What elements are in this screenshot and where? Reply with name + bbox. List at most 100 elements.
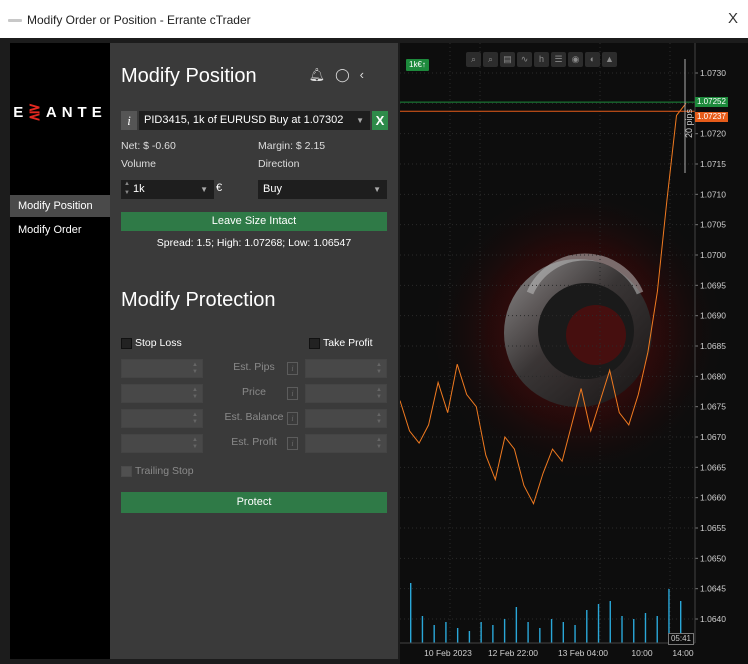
volume-bar [562,622,565,643]
zoom-out-icon[interactable]: ⌕ [483,52,498,67]
take-profit-checkbox[interactable] [309,338,320,349]
volume-bar [609,601,611,643]
object-icon[interactable]: ◉ [568,52,583,67]
y-tick-label: 1.0720 [700,129,726,139]
y-tick-label: 1.0640 [700,614,726,624]
volume-bar [633,619,635,643]
volume-bar [456,628,459,643]
y-tick-label: 1.0675 [700,402,726,412]
stop-loss-pips-input[interactable]: ▲ ▼ [121,359,203,378]
spread-info: Spread: 1.5; High: 1.07268; Low: 1.06547 [156,237,352,249]
shield-icon[interactable]: ◯ [335,67,350,83]
volume-bar [515,607,518,643]
volume-bar [574,625,576,643]
x-tick-label: 12 Feb 22:00 [488,648,538,658]
chevron-left-icon[interactable]: ‹ [360,67,364,83]
title-bar: Modify Order or Position - Errante cTrad… [0,0,748,38]
y-tick-label: 1.0715 [700,159,726,169]
volume-input[interactable]: ▲ ▼ 1k ▼ [121,180,214,199]
take-profit-profit-input[interactable]: ▲ ▼ [305,434,387,453]
take-profit-label: Take Profit [323,337,373,349]
volume-bar [445,622,447,643]
chevron-down-icon: ▼ [356,116,364,125]
leave-size-intact-button[interactable]: Leave Size Intact [121,212,387,231]
lock-icon[interactable]: ▲ [602,52,617,67]
volume-bar [527,622,529,643]
volume-bar [421,616,424,643]
chart-type-icon[interactable]: ▤ [500,52,515,67]
header-icons: 🔔︎ ◯ ‹ [309,67,364,83]
direction-select[interactable]: Buy ▼ [258,180,387,199]
info-icon: i [287,412,298,425]
close-position-button[interactable]: X [372,111,388,130]
trailing-stop-label: Trailing Stop [135,465,194,477]
zoom-in-icon[interactable]: ⌕ [466,52,481,67]
position-select[interactable]: PID3415, 1k of EURUSD Buy at 1.07302 ▼ [139,111,370,130]
position-info-button[interactable]: i [121,111,137,130]
indicator-icon[interactable]: ∿ [517,52,532,67]
settings-list-icon[interactable]: ☰ [551,52,566,67]
y-tick-label: 1.0670 [700,432,726,442]
x-tick-label: 14:00 [672,648,694,658]
info-icon: i [287,387,298,400]
price-chart[interactable]: 1.07301.07251.07201.07151.07101.07051.07… [400,43,748,664]
errante-logo: E⋛ANTE [13,104,107,121]
current-price-tag: 1.07252 [695,97,728,108]
timeframe-icon[interactable]: h [534,52,549,67]
volume-bar [539,628,541,643]
x-tick-label: 10:00 [631,648,653,658]
volume-bar [597,604,600,643]
y-tick-label: 1.0650 [700,553,726,563]
trailing-stop-checkbox[interactable] [121,466,132,477]
y-tick-label: 1.0700 [700,250,726,260]
sidebar-item-modify-position[interactable]: Modify Position [10,195,110,217]
take-profit-pips-input[interactable]: ▲ ▼ [305,359,387,378]
volume-bar [621,616,623,643]
y-tick-label: 1.0685 [700,341,726,351]
y-tick-label: 1.0645 [700,584,726,594]
drawing-icon[interactable]: ◐ [585,52,600,67]
stop-loss-price-input[interactable]: ▲ ▼ [121,384,203,403]
y-tick-label: 1.0680 [700,371,726,381]
sidebar: E⋛ANTE Modify Position Modify Order [10,43,110,659]
arrow-up-icon: ↑ [421,60,426,69]
take-profit-balance-input[interactable]: ▲ ▼ [305,409,387,428]
margin-value: Margin: $ 2.15 [258,140,326,152]
volume-bar [433,625,435,643]
dialog-body: E⋛ANTE Modify Position Modify Order Modi… [0,38,748,664]
currency-label: € [216,182,223,194]
y-tick-label: 1.0655 [700,523,726,533]
info-icon: i [287,437,298,450]
time-axis-labels: 10 Feb 2023 12 Feb 22:00 13 Feb 04:00 10:00… [424,648,694,658]
position-badge[interactable]: 1k€↑ [406,59,429,71]
chart-toolbar: ⌕ ⌕ ▤ ∿ h ☰ ◉ ◐ ▲ [466,52,617,67]
volume-bar [656,616,658,643]
take-profit-price-input[interactable]: ▲ ▼ [305,384,387,403]
sidebar-item-modify-order[interactable]: Modify Order [10,219,110,241]
y-tick-label: 1.0730 [700,68,726,78]
modify-position-title: Modify Position [121,65,257,87]
y-tick-label: 1.0690 [700,311,726,321]
chart-canvas: 1.07301.07251.07201.07151.07101.07051.07… [400,43,728,658]
stop-loss-profit-input[interactable]: ▲ ▼ [121,434,203,453]
cursor-time-tag: 05:41 [668,633,694,645]
volume-bar [492,625,494,643]
app-icon [8,19,22,22]
alert-bell-icon[interactable]: 🔔︎ [309,67,326,83]
y-tick-label: 1.0705 [700,220,726,230]
protect-button[interactable]: Protect [121,492,387,513]
stop-loss-checkbox[interactable] [121,338,132,349]
volume-bar [586,610,588,643]
volume-label: Volume [121,158,157,170]
close-window-button[interactable]: X [728,10,738,27]
info-icon: i [287,362,298,375]
stop-loss-balance-input[interactable]: ▲ ▼ [121,409,203,428]
x-tick-label: 13 Feb 04:00 [558,648,608,658]
volume-bar [503,619,506,643]
y-tick-label: 1.0660 [700,493,726,503]
y-tick-label: 1.0665 [700,462,726,472]
price-axis-labels: 1.07301.07251.07201.07151.07101.07051.07… [700,68,726,624]
volume-bar [480,622,482,643]
y-tick-label: 1.0710 [700,189,726,199]
volume-bar [410,583,412,643]
